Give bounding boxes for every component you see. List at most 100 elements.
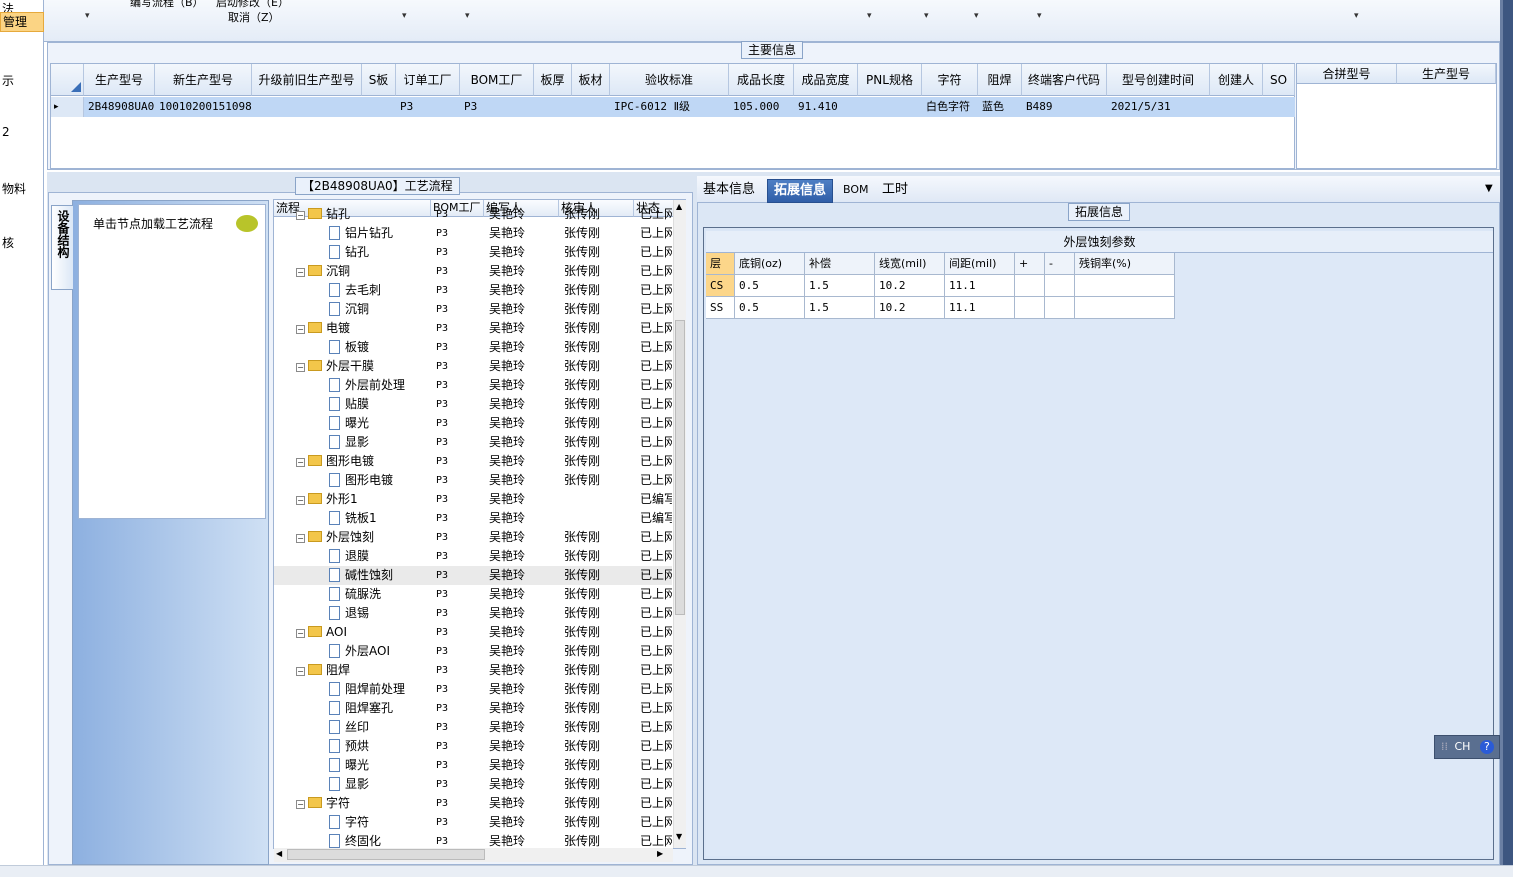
tree-node[interactable]: 显影 xyxy=(329,433,369,452)
cell[interactable]: 10010200151098 xyxy=(155,97,252,117)
tab-basic-info[interactable]: 基本信息 xyxy=(697,179,761,203)
cell[interactable]: P3 xyxy=(460,97,534,117)
cell[interactable]: P3 xyxy=(396,97,460,117)
tree-node[interactable]: − 图形电镀 xyxy=(296,452,374,471)
col-header[interactable]: 阻焊 xyxy=(978,64,1022,96)
dropdown-arrow-icon[interactable]: ▾ xyxy=(867,11,872,21)
col-header[interactable]: 成品宽度 xyxy=(794,64,858,96)
tree-row[interactable]: 预烘 P3 吴艳玲 张传刚 已上网 xyxy=(274,737,672,756)
col-header[interactable]: BOM工厂 xyxy=(460,64,534,96)
cell[interactable] xyxy=(1045,275,1075,297)
collapse-icon[interactable]: − xyxy=(296,211,305,220)
cell[interactable]: IPC-6012 Ⅱ级 xyxy=(610,97,729,117)
cell[interactable]: 2021/5/31 xyxy=(1107,97,1210,117)
col-header[interactable]: 验收标准 xyxy=(610,64,729,96)
tree-node[interactable]: 外层AOI xyxy=(329,642,390,661)
cell[interactable]: 105.000 xyxy=(729,97,794,117)
scroll-left-icon[interactable]: ◀ xyxy=(276,849,282,858)
cell[interactable]: 0.5 xyxy=(735,297,805,319)
cell[interactable] xyxy=(1075,297,1175,319)
col-header[interactable]: 板材 xyxy=(572,64,610,96)
col-header[interactable]: 成品长度 xyxy=(729,64,794,96)
tree-node[interactable]: 阻焊塞孔 xyxy=(329,699,393,718)
tree-row[interactable]: 阻焊前处理 P3 吴艳玲 张传刚 已上网 xyxy=(274,680,672,699)
tree-node[interactable]: − 沉铜 xyxy=(296,262,350,281)
tree-row[interactable]: − 外层蚀刻 P3 吴艳玲 张传刚 已上网 xyxy=(274,528,672,547)
tab-device-structure[interactable]: 设备结构 xyxy=(51,205,73,290)
dropdown-arrow-icon[interactable]: ▾ xyxy=(1037,11,1042,21)
tree-row[interactable]: 板镀 P3 吴艳玲 张传刚 已上网 xyxy=(274,338,672,357)
cell[interactable] xyxy=(1075,275,1175,297)
tree-node[interactable]: − 外层干膜 xyxy=(296,357,374,376)
tree-node[interactable]: 退膜 xyxy=(329,547,369,566)
tree-row[interactable]: 沉铜 P3 吴艳玲 张传刚 已上网 xyxy=(274,300,672,319)
col-header[interactable]: 生产型号 xyxy=(1397,64,1496,84)
tree-node[interactable]: 字符 xyxy=(329,813,369,832)
tree-row[interactable]: 铣板1 P3 吴艳玲 已编写 xyxy=(274,509,672,528)
tree-row[interactable]: 钻孔 P3 吴艳玲 张传刚 已上网 xyxy=(274,243,672,262)
cell[interactable]: 10.2 xyxy=(875,275,945,297)
tree-node[interactable]: 贴膜 xyxy=(329,395,369,414)
tree-row[interactable]: 碱性蚀刻 P3 吴艳玲 张传刚 已上网 xyxy=(274,566,672,585)
col-header[interactable]: SO xyxy=(1263,64,1295,96)
tree-row[interactable]: 外层前处理 P3 吴艳玲 张传刚 已上网 xyxy=(274,376,672,395)
nav-item-4[interactable]: 2 xyxy=(0,125,44,139)
tree-row[interactable]: − 外层干膜 P3 吴艳玲 张传刚 已上网 xyxy=(274,357,672,376)
collapse-icon[interactable]: − xyxy=(296,629,305,638)
tree-node[interactable]: 碱性蚀刻 xyxy=(329,566,393,585)
cell[interactable]: 2B48908UA0 xyxy=(84,97,155,117)
tree-node[interactable]: − 外形1 xyxy=(296,490,358,509)
collapse-icon[interactable]: − xyxy=(296,268,305,277)
cell[interactable] xyxy=(1015,297,1045,319)
ime-toolbar[interactable]: ⁞⁞ CH ? xyxy=(1434,735,1500,759)
cell[interactable]: 蓝色 xyxy=(978,97,1022,117)
collapse-icon[interactable]: − xyxy=(296,800,305,809)
tree-node[interactable]: 去毛刺 xyxy=(329,281,381,300)
load-process-hint[interactable]: 单击节点加载工艺流程 xyxy=(93,215,213,232)
nav-item-review[interactable]: 核 xyxy=(0,234,44,251)
cell[interactable] xyxy=(1015,275,1045,297)
col-header[interactable]: 字符 xyxy=(922,64,978,96)
tree-node[interactable]: 钻孔 xyxy=(329,243,369,262)
dropdown-arrow-icon[interactable]: ▾ xyxy=(465,11,470,21)
tree-row[interactable]: − 钻孔 P3 吴艳玲 张传刚 已上网 xyxy=(274,205,672,224)
tree-row[interactable]: 显影 P3 吴艳玲 张传刚 已上网 xyxy=(274,775,672,794)
tab-dropdown-icon[interactable]: ▼ xyxy=(1485,183,1493,194)
tree-node[interactable]: 铣板1 xyxy=(329,509,377,528)
cell[interactable]: 白色字符 xyxy=(922,97,978,117)
tree-node[interactable]: − 字符 xyxy=(296,794,350,813)
cell[interactable]: 11.1 xyxy=(945,297,1015,319)
cell[interactable]: 10.2 xyxy=(875,297,945,319)
tab-bom[interactable]: BOM xyxy=(837,179,875,203)
tree-row[interactable]: − 沉铜 P3 吴艳玲 张传刚 已上网 xyxy=(274,262,672,281)
ime-language[interactable]: CH xyxy=(1455,740,1471,753)
tree-row[interactable]: 字符 P3 吴艳玲 张传刚 已上网 xyxy=(274,813,672,832)
dropdown-arrow-icon[interactable]: ▾ xyxy=(974,11,979,21)
collapse-icon[interactable]: − xyxy=(296,363,305,372)
tree-row[interactable]: 铝片钻孔 P3 吴艳玲 张传刚 已上网 xyxy=(274,224,672,243)
tab-work-hours[interactable]: 工时 xyxy=(876,179,914,203)
row-indicator-icon[interactable]: ▸ xyxy=(51,97,84,117)
tree-row[interactable]: − 字符 P3 吴艳玲 张传刚 已上网 xyxy=(274,794,672,813)
col-header[interactable]: 新生产型号 xyxy=(155,64,252,96)
tree-row[interactable]: 曝光 P3 吴艳玲 张传刚 已上网 xyxy=(274,414,672,433)
col-header[interactable]: 型号创建时间 xyxy=(1107,64,1210,96)
cell[interactable]: 1.5 xyxy=(805,297,875,319)
tree-node[interactable]: 板镀 xyxy=(329,338,369,357)
tree-node[interactable]: − 阻焊 xyxy=(296,661,350,680)
tree-vscrollbar[interactable]: ▲ ▼ xyxy=(673,200,686,848)
cell[interactable]: CS xyxy=(706,275,735,297)
tree-row[interactable]: − 阻焊 P3 吴艳玲 张传刚 已上网 xyxy=(274,661,672,680)
tree-node[interactable]: 退锡 xyxy=(329,604,369,623)
tree-row[interactable]: 图形电镀 P3 吴艳玲 张传刚 已上网 xyxy=(274,471,672,490)
cell[interactable]: 11.1 xyxy=(945,275,1015,297)
dropdown-arrow-icon[interactable]: ▾ xyxy=(1354,11,1359,21)
tree-node[interactable]: 丝印 xyxy=(329,718,369,737)
tree-node[interactable]: − 电镀 xyxy=(296,319,350,338)
tree-row[interactable]: 阻焊塞孔 P3 吴艳玲 张传刚 已上网 xyxy=(274,699,672,718)
help-icon[interactable]: ? xyxy=(1479,740,1494,754)
menu-cancel[interactable]: 取消（Z） xyxy=(228,9,280,25)
collapse-icon[interactable]: − xyxy=(296,667,305,676)
tree-node[interactable]: 曝光 xyxy=(329,414,369,433)
col-header[interactable]: 合拼型号 xyxy=(1297,64,1397,84)
